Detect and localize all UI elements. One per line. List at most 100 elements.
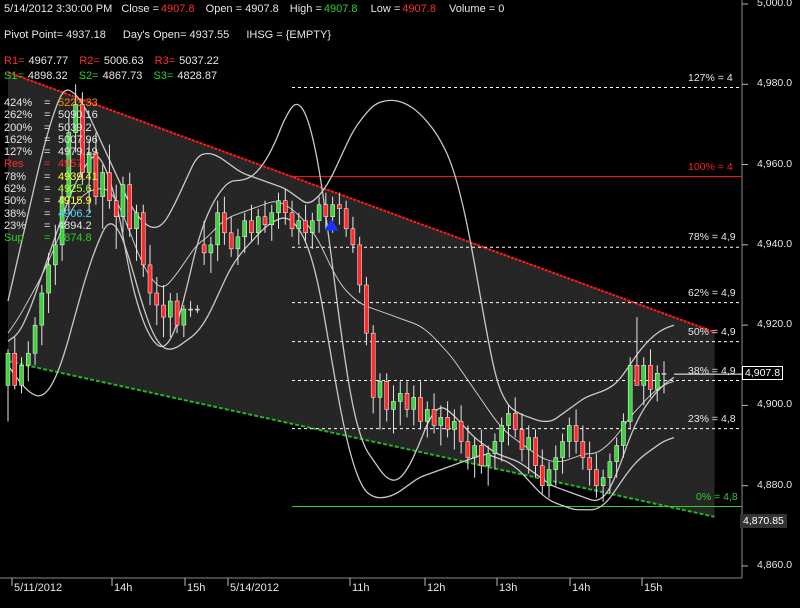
x-tick-label: 15h bbox=[187, 582, 206, 594]
y-tick-label: 4,880.0 bbox=[757, 478, 793, 491]
candle-body bbox=[370, 332, 376, 398]
fib-table-value: 4906.2 bbox=[58, 207, 92, 220]
candle-body bbox=[648, 365, 653, 390]
x-tick-label: 14h bbox=[572, 582, 591, 594]
fib-table-equals: = bbox=[44, 170, 51, 183]
fib-table-value: 4915.9 bbox=[58, 195, 92, 208]
y-tick-label: 4,940.0 bbox=[757, 237, 793, 250]
r2-value: 5006.63 bbox=[103, 55, 144, 67]
fib-table-pct: 162% bbox=[4, 133, 33, 146]
candle-body bbox=[188, 308, 193, 311]
candle-body bbox=[228, 232, 234, 250]
candle-body bbox=[107, 172, 112, 201]
fib-table-equals: = bbox=[44, 232, 51, 245]
header-quote-line: 5/14/2012 3:30:00 PM Close = 4907.8 Open … bbox=[4, 3, 508, 15]
fib-table-row: 62% = 4925.6 bbox=[4, 183, 98, 195]
candle-body bbox=[168, 300, 173, 318]
fib-table-equals: = bbox=[44, 121, 51, 134]
fib-table-pct: 62% bbox=[4, 183, 27, 196]
candle-body bbox=[452, 421, 457, 430]
candle-body bbox=[567, 425, 572, 442]
candle-body bbox=[472, 445, 477, 458]
axis-marker-box: 4,870.85 bbox=[740, 514, 787, 529]
x-tick-label: 5/14/2012 bbox=[230, 582, 279, 594]
fib-table-pct: 262% bbox=[4, 109, 33, 122]
fib-table-equals: = bbox=[44, 219, 51, 232]
candle-body bbox=[276, 200, 281, 213]
candle-body bbox=[391, 401, 396, 410]
candle-body bbox=[445, 417, 450, 430]
candle-body bbox=[512, 413, 518, 430]
fib-table-value: 4874.8 bbox=[58, 232, 92, 245]
candle-body bbox=[255, 216, 261, 234]
fib-table-value: 4979.19 bbox=[58, 146, 98, 159]
candle-body bbox=[404, 393, 410, 410]
candle-body bbox=[465, 441, 471, 458]
r3-label: R3= bbox=[154, 55, 176, 67]
candle-body bbox=[641, 365, 646, 386]
s1-value: 4898.32 bbox=[27, 70, 68, 82]
fib-table-equals: = bbox=[44, 207, 51, 220]
header-open: Open = 4907.8 bbox=[205, 3, 279, 15]
y-tick-label: 4,920.0 bbox=[757, 318, 793, 331]
fib-table-value: 4939.41 bbox=[58, 170, 98, 183]
fib-level-label: 23% = 4,8 bbox=[688, 412, 736, 425]
header-symbol: IHSG = {EMPTY} bbox=[246, 29, 331, 41]
candle-body bbox=[553, 457, 559, 470]
fib-level-label: 100% = 4 bbox=[688, 160, 733, 173]
fib-level-label: 62% = 4,9 bbox=[688, 286, 736, 299]
s1-label: S1= bbox=[4, 70, 24, 82]
fib-table-value: 5039.2 bbox=[58, 121, 92, 134]
candle-body bbox=[580, 441, 586, 458]
x-tick-label: 13h bbox=[499, 582, 518, 594]
s3-value: 4828.87 bbox=[177, 70, 218, 82]
candle-body bbox=[303, 220, 308, 234]
candle-body bbox=[540, 465, 545, 486]
candle-body bbox=[195, 308, 200, 311]
candle-body bbox=[587, 457, 592, 470]
fib-table-equals: = bbox=[44, 109, 51, 122]
candle-body bbox=[377, 381, 383, 398]
candle-body bbox=[573, 425, 579, 442]
candle-body bbox=[32, 324, 38, 354]
candle-body bbox=[594, 469, 599, 486]
fib-table-equals: = bbox=[44, 158, 51, 171]
candle-body bbox=[127, 184, 132, 230]
header-datetime: 5/14/2012 3:30:00 PM bbox=[4, 3, 113, 15]
candle-body bbox=[661, 373, 667, 375]
candle-body bbox=[249, 220, 254, 234]
y-tick-label: 4,980.0 bbox=[757, 77, 793, 90]
candle-body bbox=[26, 352, 31, 366]
candle-body bbox=[201, 244, 207, 254]
fib-table-pct: Res bbox=[4, 158, 24, 171]
fib-table-equals: = bbox=[44, 133, 51, 146]
candle-body bbox=[120, 184, 126, 217]
candle-body bbox=[485, 453, 491, 466]
candle-body bbox=[458, 421, 464, 442]
x-tick-label: 5/11/2012 bbox=[14, 582, 63, 594]
candle-body bbox=[141, 212, 146, 266]
candle-body bbox=[181, 308, 187, 326]
fib-level-label: 50% = 4,9 bbox=[688, 325, 736, 338]
candle-body bbox=[283, 200, 288, 213]
candle-body bbox=[46, 264, 51, 294]
fib-table-pct: 127% bbox=[4, 146, 33, 159]
header-pivot: Pivot Point= 4937.18 bbox=[4, 29, 106, 41]
x-tick-label: 11h bbox=[352, 582, 370, 594]
candle-body bbox=[235, 236, 241, 250]
candle-body bbox=[364, 284, 369, 334]
candle-body bbox=[242, 220, 247, 238]
fib-table-value: 5007.96 bbox=[58, 133, 98, 146]
x-tick-label: 15h bbox=[644, 582, 663, 594]
s2-value: 4867.73 bbox=[102, 70, 143, 82]
candle-body bbox=[12, 352, 18, 386]
fib-table-value: 4925.6 bbox=[58, 183, 92, 196]
fib-table-value: 4894.2 bbox=[58, 219, 92, 232]
candle-body bbox=[627, 365, 633, 422]
candle-body bbox=[357, 244, 362, 286]
header-pivot-line: Pivot Point= 4937.18 Day's Open= 4937.55… bbox=[4, 29, 335, 41]
fib-table-row: 78% = 4939.41 bbox=[4, 171, 98, 183]
candle-body bbox=[526, 437, 531, 450]
y-tick-label: 4,900.0 bbox=[757, 398, 793, 411]
y-tick-label: 5,000.0 bbox=[757, 0, 793, 10]
